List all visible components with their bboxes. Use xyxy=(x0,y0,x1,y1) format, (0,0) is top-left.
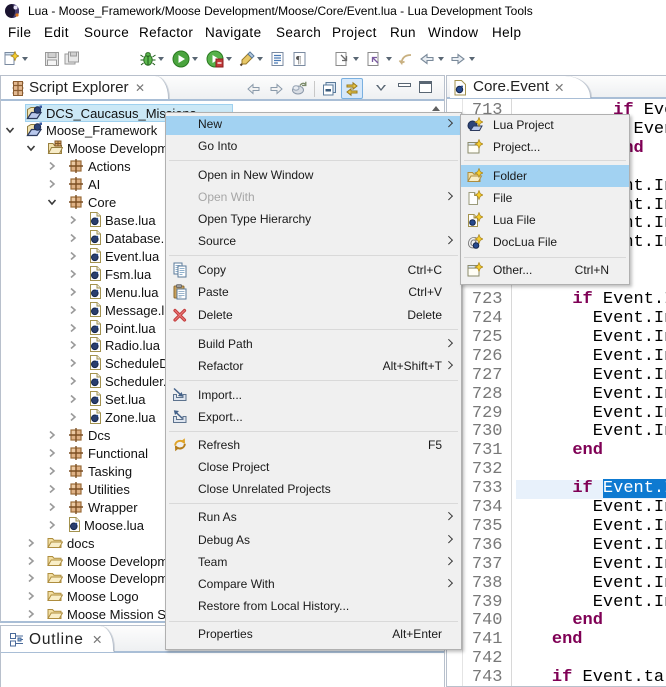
svg-text:¶: ¶ xyxy=(296,54,301,66)
